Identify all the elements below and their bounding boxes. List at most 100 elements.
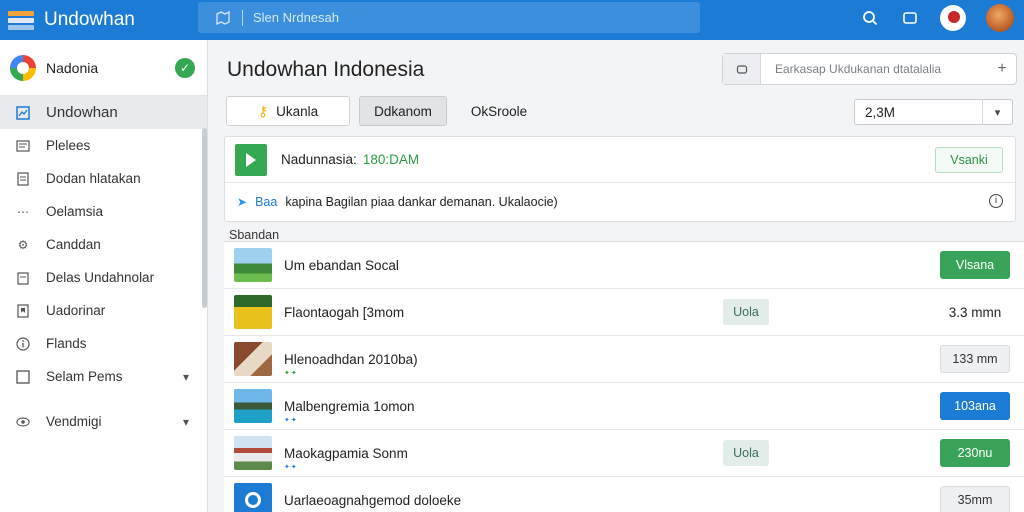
search-divider [242, 9, 243, 26]
tab-ukanla[interactable]: ⚷ Ukanla [226, 96, 350, 126]
section-label: Sbandan [229, 228, 280, 242]
sidebar-item-label: Flands [46, 336, 87, 351]
play-icon [235, 143, 267, 176]
add-icon[interactable]: + [988, 60, 1016, 78]
check-icon: ✓ [175, 58, 195, 78]
info-icon[interactable]: i [989, 194, 1003, 208]
tab-label: Ukanla [276, 103, 319, 119]
list-icon [16, 139, 30, 153]
avatar[interactable] [986, 4, 1014, 32]
sidebar-item-flands[interactable]: Flands [0, 327, 207, 360]
item-label: Maokagpamia Sonm [284, 445, 408, 461]
sidebar-item-label: Oelamsia [46, 204, 104, 219]
sidebar-item-plelees[interactable]: Plelees [0, 129, 207, 162]
content-search-placeholder: Earkasap Ukdukanan dtatalalia [775, 62, 942, 76]
list-item[interactable]: Maokagpamia Sonm ✦✦ Uola 230nu [224, 430, 1024, 477]
top-bar: Undowhan Slen Nrdnesah [0, 0, 1024, 40]
document-icon [16, 171, 30, 186]
rating-stars-icon: ✦✦ [284, 417, 298, 424]
list-item[interactable]: Um ebandan Socal Vlsana [224, 242, 1024, 289]
item-list: Um ebandan Socal Vlsana Flaontaogah [3mo… [224, 241, 1024, 512]
thumbnail-image [234, 389, 272, 423]
gear-icon: ⚙ [17, 237, 29, 252]
note-text: kapina Bagilan piaa dankar demanan. Ukal… [285, 195, 558, 209]
item-label: Flaontaogah [3mom [284, 304, 405, 320]
window-icon[interactable] [900, 8, 920, 28]
status-badge[interactable]: Uola [723, 299, 769, 325]
thumbnail-image [234, 342, 272, 376]
tab-label: OkSroole [470, 103, 528, 119]
list-item[interactable]: Malbengremia 1omon ✦✦ 103ana [224, 383, 1024, 430]
search-placeholder: Slen Nrdnesah [253, 10, 339, 25]
sidebar-item-label: Canddan [46, 237, 101, 252]
tab-oksroole[interactable]: OkSroole [459, 96, 539, 126]
list-item[interactable]: Hlenoadhdan 2010ba) ✦✦ 133 mm [224, 336, 1024, 383]
select-value: 2,3M [865, 104, 896, 120]
square-icon [16, 369, 30, 384]
rating-stars-icon: ✦✦ [284, 464, 298, 471]
sidebar-item-label: Delas Undahnolar [46, 270, 155, 285]
item-label: Uarlaeoagnahgemod doloeke [284, 492, 462, 508]
sidebar-item-label: Selam Pems [46, 369, 123, 384]
account-logo-icon [10, 54, 36, 81]
tab-ddkanom[interactable]: Ddkanom [359, 96, 447, 126]
note-label[interactable]: Baa [255, 195, 277, 209]
sidebar-item-label: Plelees [46, 138, 91, 153]
list-item[interactable]: Flaontaogah [3mom Uola 3.3 mmn [224, 289, 1024, 336]
sidebar-item-oelamsia[interactable]: ⋯ Oelamsia [0, 195, 207, 228]
sidebar-item-undowhan[interactable]: Undowhan [0, 96, 207, 129]
item-label: Malbengremia 1omon [284, 398, 415, 414]
card-action-button[interactable]: Vsanki [935, 147, 1003, 173]
sidebar-scrollbar[interactable] [202, 128, 207, 308]
brand[interactable]: Undowhan [0, 9, 200, 31]
calendar-icon [16, 271, 30, 285]
item-action-button[interactable]: 230nu [940, 439, 1010, 467]
sidebar-item-label: Dodan hlatakan [46, 171, 141, 186]
key-icon: ⚷ [257, 102, 269, 119]
sidebar-item-vendmigi[interactable]: Vendmigi ▾ [0, 405, 207, 438]
item-action-button[interactable]: 133 mm [940, 345, 1010, 373]
bookmark-icon [16, 303, 30, 318]
global-search-input[interactable]: Slen Nrdnesah [198, 2, 700, 33]
search-icon[interactable] [860, 8, 880, 28]
status-badge[interactable]: Uola [723, 440, 769, 466]
card-time: 180:DAM [362, 152, 420, 167]
item-label: Hlenoadhdan 2010ba) [284, 351, 418, 367]
item-action-button[interactable]: 103ana [940, 392, 1010, 420]
item-action-button[interactable]: Vlsana [940, 251, 1010, 279]
value-select[interactable]: 2,3M ▾ [854, 99, 1013, 125]
account-header[interactable]: Nadonia ✓ [0, 40, 207, 96]
sidebar-item-dodan[interactable]: Dodan hlatakan [0, 162, 207, 195]
dashboard-icon [16, 105, 30, 120]
tab-label: Ddkanom [374, 103, 432, 119]
item-label: Um ebandan Socal [284, 257, 399, 273]
thumbnail-image [234, 436, 272, 470]
sidebar-item-canddan[interactable]: ⚙ Canddan [0, 228, 207, 261]
chevron-down-icon[interactable]: ▾ [183, 370, 189, 384]
sidebar-item-label: Uadorinar [46, 303, 106, 318]
page-title: Undowhan Indonesia [227, 58, 425, 81]
sidebar-item-label: Undowhan [46, 104, 118, 121]
sidebar-item-label: Vendmigi [46, 414, 102, 429]
item-action-button[interactable]: 35mm [940, 486, 1010, 512]
lock-icon [723, 54, 761, 84]
rating-stars-icon: ✦✦ [284, 370, 298, 377]
avatar[interactable] [940, 5, 966, 31]
app-logo-icon [8, 9, 36, 31]
app-title: Undowhan [44, 9, 135, 30]
dots-icon: ⋯ [17, 204, 29, 219]
account-name: Nadonia [46, 59, 99, 76]
bird-icon: ➤ [237, 195, 248, 209]
thumbnail-image [234, 248, 272, 282]
sidebar-item-selam-pems[interactable]: Selam Pems ▾ [0, 360, 207, 393]
sidebar-item-delas[interactable]: Delas Undahnolar [0, 261, 207, 294]
list-item[interactable]: Uarlaeoagnahgemod doloeke 35mm [224, 477, 1024, 512]
sidebar-item-uadorinar[interactable]: Uadorinar [0, 294, 207, 327]
sidebar: Nadonia ✓ Undowhan Plelees Dodan hlataka… [0, 40, 208, 512]
chevron-down-icon[interactable]: ▾ [183, 415, 189, 429]
chevron-down-icon[interactable]: ▾ [982, 100, 1012, 124]
item-value: 3.3 mmn [948, 304, 1002, 320]
map-icon [216, 10, 230, 25]
thumbnail-image [234, 295, 272, 329]
content-search-input[interactable]: Earkasap Ukdukanan dtatalalia + [722, 53, 1017, 85]
